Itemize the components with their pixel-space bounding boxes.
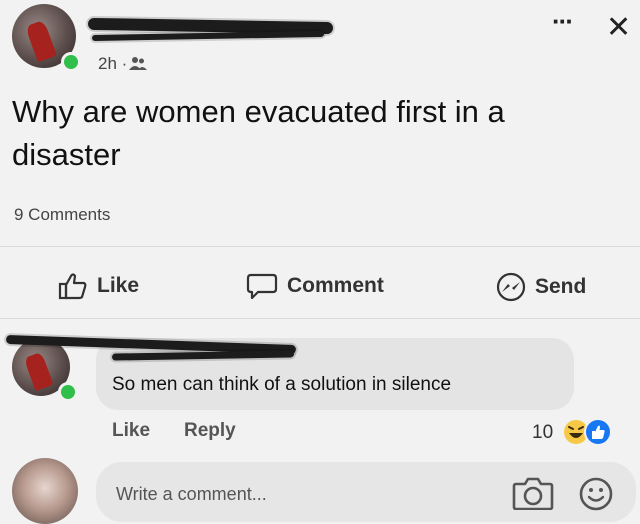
send-label: Send	[535, 275, 587, 298]
comment-like-button[interactable]: Like	[112, 420, 150, 442]
current-user-avatar	[12, 458, 78, 524]
close-button[interactable]: ✕	[606, 10, 631, 45]
avatar-figure	[23, 352, 54, 392]
like-reaction-icon	[584, 418, 612, 446]
online-status-icon	[58, 382, 78, 402]
post-meta: 2h ·	[98, 54, 148, 74]
send-button[interactable]: Send	[496, 272, 586, 302]
divider	[0, 246, 640, 247]
like-label: Like	[97, 274, 140, 297]
avatar-figure	[25, 19, 58, 63]
poster-name-redacted-line	[91, 30, 325, 42]
divider	[0, 318, 640, 319]
post-time: 2h ·	[98, 54, 128, 73]
more-options-button[interactable]: ···	[552, 6, 574, 37]
post-text-line-1: Why are women evacuated first in a	[12, 94, 505, 129]
messenger-icon	[496, 272, 526, 302]
comment-text: So men can think of a solution in silenc…	[112, 374, 452, 395]
like-button[interactable]: Like	[58, 272, 139, 300]
post-text-line-2: disaster	[12, 137, 121, 172]
comments-count[interactable]: 9 Comments	[14, 205, 110, 225]
camera-icon[interactable]	[512, 476, 554, 510]
reaction-count[interactable]: 10	[532, 422, 553, 444]
comment-button[interactable]: Comment	[246, 272, 384, 300]
comment-icon	[246, 273, 278, 300]
audience-friends-icon	[129, 57, 148, 70]
online-status-icon	[61, 52, 81, 72]
comment-input-placeholder: Write a comment...	[116, 484, 267, 504]
thumbs-up-icon	[58, 273, 87, 300]
emoji-icon[interactable]	[578, 476, 614, 512]
comment-reply-button[interactable]: Reply	[184, 420, 236, 442]
comment-label: Comment	[287, 274, 384, 297]
